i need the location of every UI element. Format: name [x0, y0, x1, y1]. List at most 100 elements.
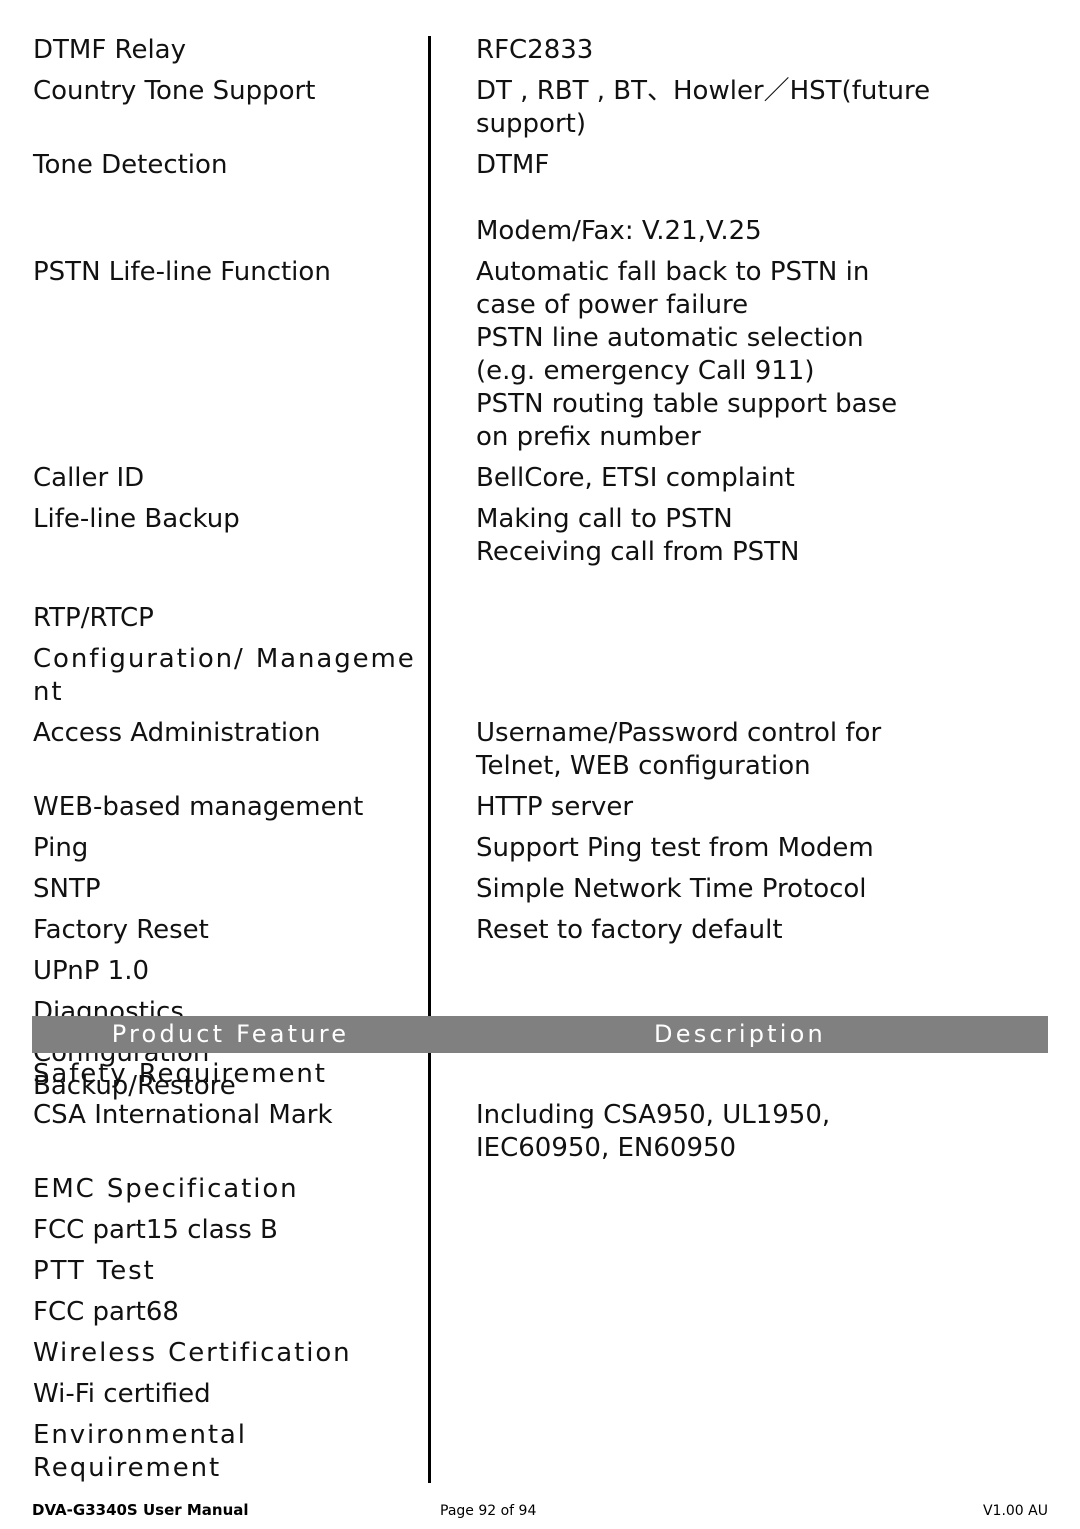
- description-text-line: DT , RBT , BT、Howler／HST(future: [476, 76, 931, 106]
- table-row: Caller ID BellCore, ETSI complaint: [0, 462, 1080, 495]
- cell-description: Automatic fall back to PSTN in case of po…: [429, 256, 1080, 454]
- cell-product-feature: CSA International Mark: [0, 1099, 429, 1132]
- cell-product-feature: Wi-Fi certified: [0, 1378, 429, 1411]
- feature-text-line: Configuration/ Manageme: [33, 644, 416, 674]
- table-row: FCC part15 class B: [0, 1214, 1080, 1247]
- row-spacer: [0, 1370, 1080, 1378]
- row-spacer: [0, 1329, 1080, 1337]
- table-row: FCC part68: [0, 1296, 1080, 1329]
- cell-product-feature: WEB-based management: [0, 791, 429, 824]
- cell-description: Reset to factory default: [429, 914, 1080, 947]
- cell-product-feature: Factory Reset: [0, 914, 429, 947]
- cell-product-feature: Configuration/ Manageme nt: [0, 643, 429, 709]
- row-spacer: [0, 635, 1080, 643]
- cell-description: Username/Password control for Telnet, WEB…: [429, 717, 1080, 783]
- row-spacer: [0, 1206, 1080, 1214]
- table-row: Tone Detection DTMF Modem/Fax: V.21,V.25: [0, 149, 1080, 248]
- row-spacer: [0, 1485, 1080, 1493]
- cell-description: HTTP server: [429, 791, 1080, 824]
- row-spacer: [0, 248, 1080, 256]
- table-row: Access Administration Username/Password c…: [0, 717, 1080, 783]
- footer-manual-title: DVA-G3340S User Manual: [32, 1501, 249, 1519]
- description-text-line: on prefix number: [476, 422, 701, 452]
- cell-product-feature: RTP/RTCP: [0, 602, 429, 635]
- row-spacer: [0, 454, 1080, 462]
- description-text-line: Username/Password control for: [476, 718, 882, 748]
- description-text-line: RFC2833: [476, 35, 594, 65]
- description-text-line: Modem/Fax: V.21,V.25: [476, 216, 762, 246]
- cell-product-feature: Environmental Requirement: [0, 1419, 429, 1485]
- cell-description: Simple Network Time Protocol: [429, 873, 1080, 906]
- cell-description: Making call to PSTN Receiving call from P…: [429, 503, 1080, 569]
- description-text-line: case of power failure: [476, 290, 749, 320]
- feature-text-line: Wi-Fi certified: [33, 1379, 211, 1409]
- description-text-line: Receiving call from PSTN: [476, 537, 800, 567]
- column-header-description: Description: [654, 1020, 826, 1048]
- row-spacer: [0, 141, 1080, 149]
- feature-text-line: FCC part68: [33, 1297, 179, 1327]
- cell-description: DT , RBT , BT、Howler／HST(future support): [429, 75, 1080, 141]
- feature-text-line: Country Tone Support: [33, 76, 316, 106]
- row-spacer: [0, 1288, 1080, 1296]
- row-spacer: [0, 1247, 1080, 1255]
- column-header-product-feature: Product Feature: [111, 1020, 350, 1048]
- row-spacer: [0, 865, 1080, 873]
- table-row: Factory Reset Reset to factory default: [0, 914, 1080, 947]
- description-text-line: BellCore, ETSI complaint: [476, 463, 795, 493]
- description-text-line: Telnet, WEB configuration: [476, 751, 811, 781]
- table-row: Configuration/ Manageme nt: [0, 643, 1080, 709]
- feature-text-line: Environmental: [33, 1420, 247, 1450]
- cell-description: Support Ping test from Modem: [429, 832, 1080, 865]
- feature-text-line: Ping: [33, 833, 89, 863]
- description-text-line: PSTN routing table support base: [476, 389, 898, 419]
- table-row: EMC Specification: [0, 1173, 1080, 1206]
- feature-text-line: DTMF Relay: [33, 35, 186, 65]
- description-text-line: DTMF: [476, 150, 550, 180]
- row-spacer: [0, 495, 1080, 503]
- feature-text-line: Tone Detection: [33, 150, 228, 180]
- cell-product-feature: Access Administration: [0, 717, 429, 750]
- table-row: WEB-based management HTTP server: [0, 791, 1080, 824]
- specification-table-top: DTMF Relay RFC2833 Country Tone Support DT …: [0, 34, 1080, 1111]
- cell-product-feature: UPnP 1.0: [0, 955, 429, 988]
- table-row: Life-line Backup Making call to PSTN Recei…: [0, 503, 1080, 569]
- row-spacer: [0, 1091, 1080, 1099]
- feature-text-line: Factory Reset: [33, 915, 209, 945]
- row-spacer: [0, 569, 1080, 602]
- table-row: Environmental Requirement: [0, 1419, 1080, 1485]
- row-spacer: [0, 988, 1080, 996]
- table-row: PSTN Life-line Function Automatic fall ba…: [0, 256, 1080, 454]
- row-spacer: [0, 783, 1080, 791]
- description-text-line: PSTN line automatic selection: [476, 323, 864, 353]
- feature-text-line: EMC Specification: [33, 1174, 299, 1204]
- description-text-line: IEC60950, EN60950: [476, 1133, 737, 1163]
- row-spacer: [0, 1165, 1080, 1173]
- feature-text-line: Life-line Backup: [33, 504, 240, 534]
- feature-text-line: Requirement: [33, 1453, 222, 1483]
- table-row: Wi-Fi certified: [0, 1378, 1080, 1411]
- cell-product-feature: SNTP: [0, 873, 429, 906]
- cell-product-feature: Life-line Backup: [0, 503, 429, 536]
- table-row: Country Tone Support DT , RBT , BT、Howler…: [0, 75, 1080, 141]
- description-text-line: HTTP server: [476, 792, 634, 822]
- cell-product-feature: PSTN Life-line Function: [0, 256, 429, 289]
- row-spacer: [0, 709, 1080, 717]
- table-row: CSA International Mark Including CSA950, …: [0, 1099, 1080, 1165]
- cell-product-feature: Caller ID: [0, 462, 429, 495]
- row-spacer: [0, 67, 1080, 75]
- cell-product-feature: Tone Detection: [0, 149, 429, 182]
- cell-product-feature: Country Tone Support: [0, 75, 429, 108]
- feature-text-line: RTP/RTCP: [33, 603, 154, 633]
- feature-text-line: Access Administration: [33, 718, 321, 748]
- table-row: UPnP 1.0: [0, 955, 1080, 988]
- cell-product-feature: EMC Specification: [0, 1173, 429, 1206]
- page-footer: DVA-G3340S User Manual Page 92 of 94 V1.…: [0, 1498, 1080, 1522]
- row-spacer: [0, 1411, 1080, 1419]
- feature-text-line: PTT Test: [33, 1256, 156, 1286]
- description-text-line: Simple Network Time Protocol: [476, 874, 867, 904]
- footer-page-number: Page 92 of 94: [440, 1503, 537, 1519]
- description-text-line: (e.g. emergency Call 911): [476, 356, 815, 386]
- description-text-line: support): [476, 109, 586, 139]
- cell-product-feature: Ping: [0, 832, 429, 865]
- table-row: Ping Support Ping test from Modem: [0, 832, 1080, 865]
